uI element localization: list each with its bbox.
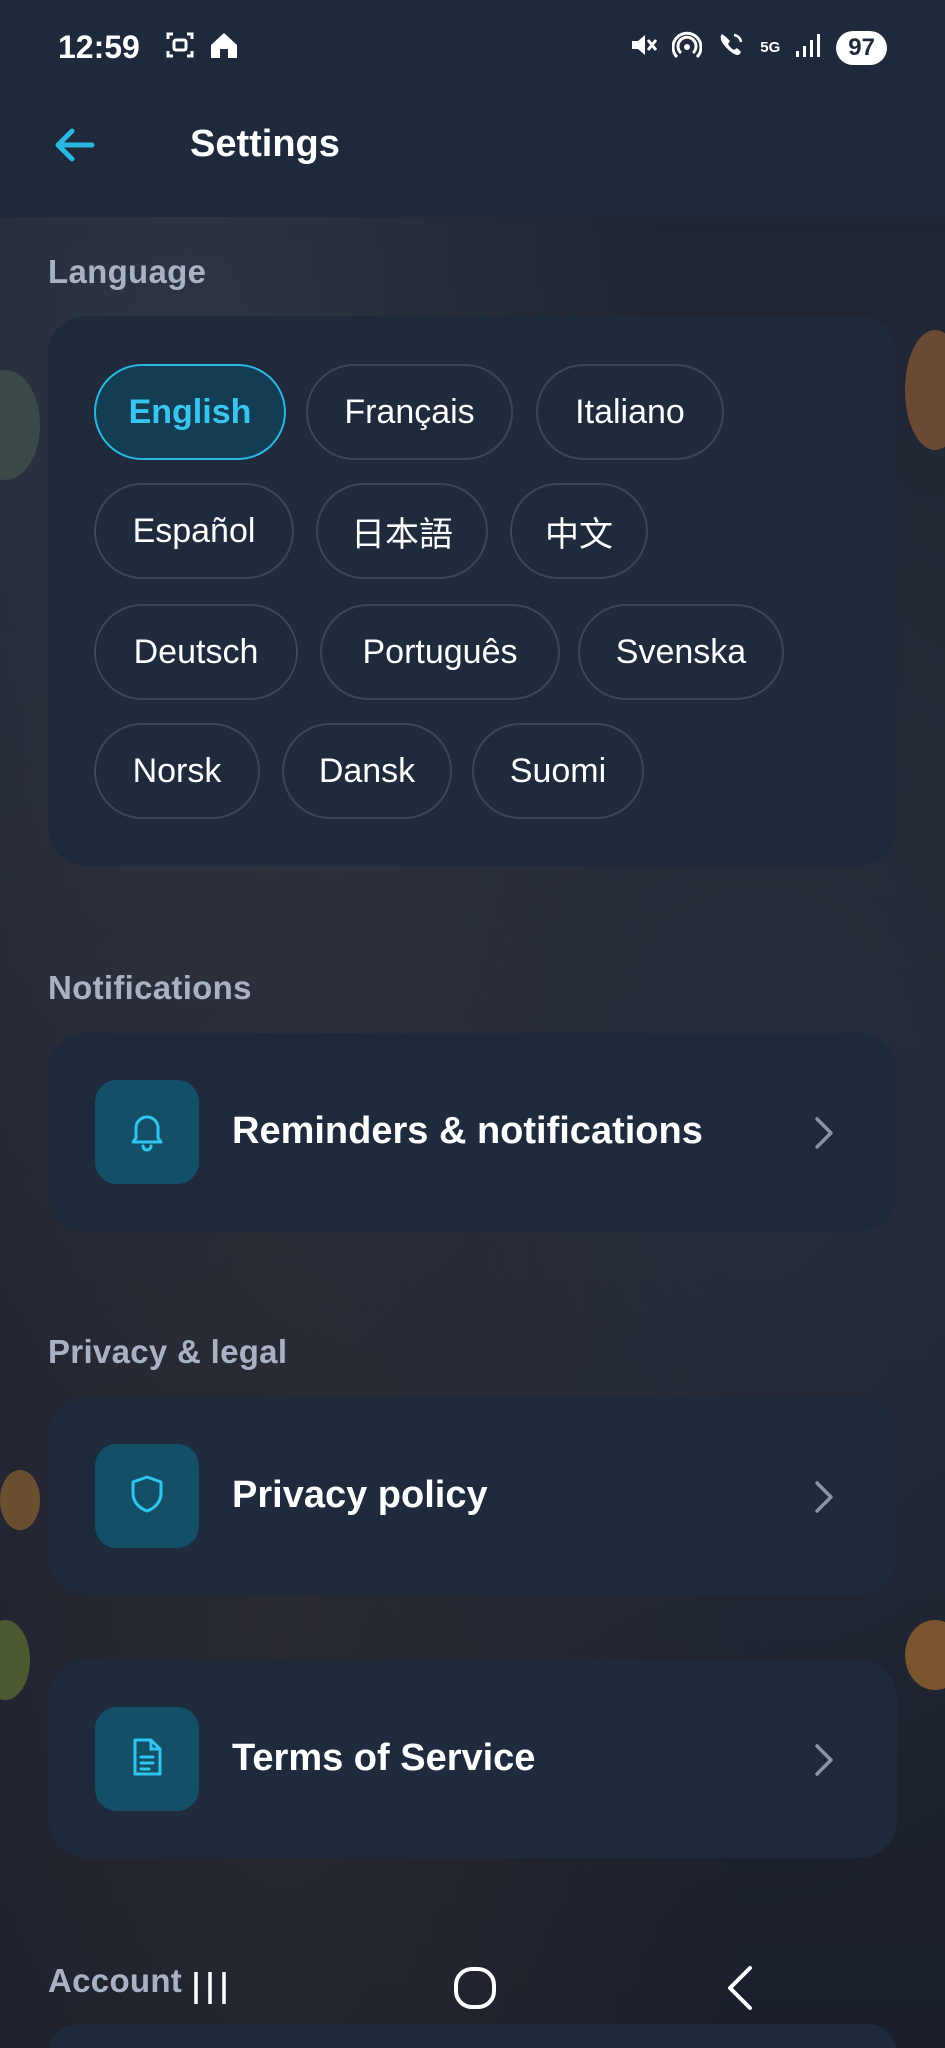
status-bar: 12:59 5G 97 xyxy=(0,0,945,95)
shield-icon xyxy=(125,1472,169,1521)
network-type: 5G xyxy=(760,39,781,56)
language-chip-chinese[interactable]: 中文 xyxy=(510,483,648,579)
chevron-right-icon xyxy=(809,1740,839,1780)
language-chip-suomi[interactable]: Suomi xyxy=(472,723,644,819)
recents-button[interactable] xyxy=(180,1960,240,2020)
privacy-policy-row[interactable]: Privacy policy xyxy=(48,1397,897,1595)
nav-back-button[interactable] xyxy=(710,1960,770,2020)
language-chip-svenska[interactable]: Svenska xyxy=(578,604,784,700)
reminders-notifications-label: Reminders & notifications xyxy=(232,1110,703,1152)
language-chip-portugues[interactable]: Português xyxy=(320,604,560,700)
section-title-notifications: Notifications xyxy=(48,969,252,1006)
decorative-blob xyxy=(0,1470,40,1530)
back-button[interactable] xyxy=(48,121,100,173)
arrow-left-icon xyxy=(50,121,98,174)
back-icon xyxy=(720,1964,760,2017)
home-icon xyxy=(451,1964,499,2017)
section-title-privacy: Privacy & legal xyxy=(48,1333,288,1370)
language-chip-espanol[interactable]: Español xyxy=(94,483,294,579)
mute-icon xyxy=(628,30,658,65)
home-button[interactable] xyxy=(445,1960,505,2020)
language-chip-norsk[interactable]: Norsk xyxy=(94,723,260,819)
document-icon xyxy=(125,1735,169,1784)
signal-icon xyxy=(794,31,822,64)
screenshot-icon xyxy=(164,29,196,66)
terms-of-service-label: Terms of Service xyxy=(232,1737,536,1779)
system-nav-bar xyxy=(0,1940,945,2048)
language-card: English Français Italiano Español 日本語 中文… xyxy=(48,316,897,866)
privacy-policy-label: Privacy policy xyxy=(232,1474,488,1516)
language-chip-deutsch[interactable]: Deutsch xyxy=(94,604,298,700)
section-title-language: Language xyxy=(48,253,207,290)
status-time: 12:59 xyxy=(58,29,140,65)
shield-icon-box xyxy=(95,1444,199,1548)
hotspot-icon xyxy=(671,30,703,65)
chevron-right-icon xyxy=(809,1477,839,1517)
language-chip-dansk[interactable]: Dansk xyxy=(282,723,452,819)
app-header: Settings xyxy=(0,95,945,217)
language-chip-english[interactable]: English xyxy=(94,364,286,460)
recents-icon xyxy=(188,1966,232,2015)
terms-of-service-row[interactable]: Terms of Service xyxy=(48,1660,897,1858)
battery-indicator: 97 xyxy=(836,30,887,65)
language-chip-italiano[interactable]: Italiano xyxy=(536,364,724,460)
language-chip-japanese[interactable]: 日本語 xyxy=(316,483,488,579)
document-icon-box xyxy=(95,1707,199,1811)
bell-icon-box xyxy=(95,1080,199,1184)
reminders-notifications-row[interactable]: Reminders & notifications xyxy=(48,1033,897,1231)
chevron-right-icon xyxy=(809,1113,839,1153)
wifi-call-icon xyxy=(716,30,746,65)
language-chip-francais[interactable]: Français xyxy=(306,364,513,460)
page-title: Settings xyxy=(190,123,340,165)
home-app-icon xyxy=(208,29,240,66)
bell-icon xyxy=(125,1108,169,1157)
